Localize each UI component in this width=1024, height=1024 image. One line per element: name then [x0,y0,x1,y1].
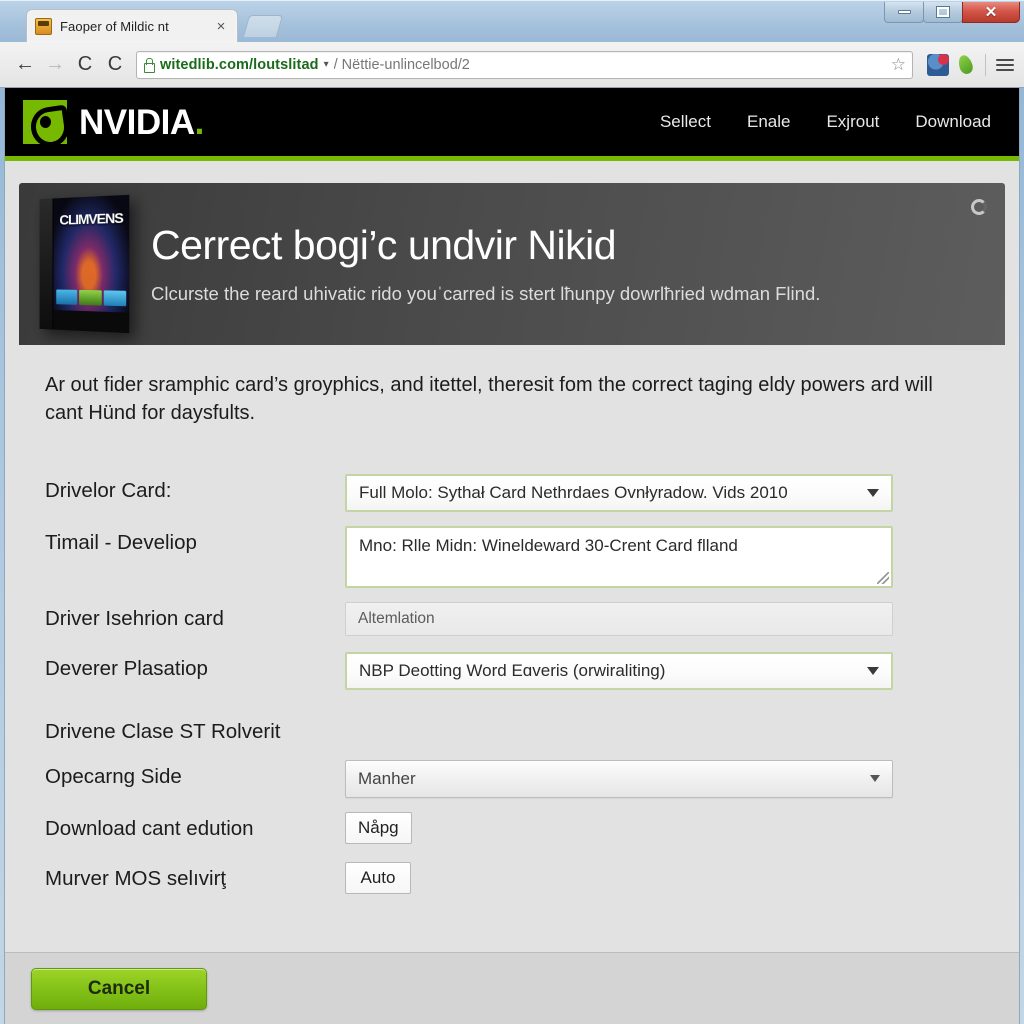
driver-isehrion-readonly-field: Altemlation [345,602,893,636]
new-tab-button[interactable] [243,15,283,37]
murver-mos-auto-button[interactable]: Auto [345,862,411,894]
form-row-deverer-plasatiop: Deverer Plasatiop NBP Deotting Word Eɑve… [45,652,925,690]
drivelor-card-select[interactable]: Full Molo: Sythał Card Nethrdaes Ovnłyra… [345,474,893,512]
screen-root: Faoper of Mildic nt × ✕ ← → C C witedlib… [0,0,1024,1024]
nav-link-exjrout[interactable]: Exjrout [826,112,879,132]
label-download-cant-edution: Download cant edution [45,812,345,841]
tab-close-icon[interactable]: × [213,19,229,35]
window-controls: ✕ [885,2,1020,24]
hero-subtitle: Clcurste the reard uhivatic rido youˈcar… [151,283,979,305]
deverer-plasatiop-value: NBP Deotting Word Eɑveris (orwiraliting) [359,661,665,681]
label-drivelor-card: Drivelor Card: [45,474,345,503]
nvidia-logo[interactable]: NVIDIA. [23,100,204,144]
extension-a-icon[interactable] [927,54,949,76]
close-window-button[interactable]: ✕ [962,2,1020,23]
site-header: NVIDIA. Sellect Enale Exjrout Download [5,88,1019,156]
reload-alt-icon[interactable]: C [100,50,130,80]
driver-isehrion-value: Altemlation [358,610,435,628]
label-opecarng-side: Opecarng Side [45,760,345,789]
nav-link-download[interactable]: Download [915,112,991,132]
address-bar[interactable]: witedlib.com/loutslitad ▾ / Nëttie-unlin… [136,51,913,79]
page-body: CLIMVENS Cerrect bogi’c undvir Nikid Clc… [5,161,1019,1024]
chevron-down-icon [867,667,879,675]
resize-grip-icon[interactable] [877,572,889,584]
download-cant-edution-button[interactable]: Nåpg [345,812,412,844]
boxart-title: CLIMVENS [57,209,125,227]
form-row-murver-mos: Murver MOS selıvirţ Auto [45,862,925,898]
forward-icon[interactable]: → [40,50,70,80]
product-boxart-image: CLIMVENS [40,195,130,333]
close-icon: ✕ [985,5,998,20]
browser-titlebar: Faoper of Mildic nt × ✕ [0,0,1024,42]
loading-spinner-icon [971,199,987,215]
site-favicon-icon [35,18,52,35]
browser-window: Faoper of Mildic nt × ✕ ← → C C witedlib… [0,0,1024,1024]
form-row-download-cant-edution: Download cant edution Nåpg [45,812,925,848]
tab-title: Faoper of Mildic nt [60,19,213,34]
chevron-down-icon [867,489,879,497]
bookmark-star-icon[interactable]: ☆ [883,55,906,75]
browser-toolbar: ← → C C witedlib.com/loutslitad ▾ / Nëtt… [0,42,1024,88]
chevron-down-icon [870,775,880,782]
toolbar-divider [985,54,986,76]
hero-text: Cerrect bogi’c undvir Nikid Clcurste the… [151,223,979,304]
form-row-opecarng-side: Opecarng Side Manher [45,760,925,798]
form-row-driver-isehrion: Driver Isehrion card Altemlation [45,602,925,638]
brand-wordmark: NVIDIA. [79,105,204,140]
label-driver-isehrion-card: Driver Isehrion card [45,602,345,631]
chevron-down-icon[interactable]: ▾ [324,59,329,70]
minimize-button[interactable] [884,2,924,23]
nvidia-eye-logo-icon [23,100,67,144]
main-content: Ar out fider sramphic card’s groyphics, … [19,345,1005,905]
nav-link-enale[interactable]: Enale [747,112,790,132]
label-murver-mos-selivirt: Murver MOS selıvirţ [45,862,345,891]
hero-banner: CLIMVENS Cerrect bogi’c undvir Nikid Clc… [19,183,1005,345]
lock-icon [143,58,154,71]
opecarng-side-select[interactable]: Manher [345,760,893,798]
drivelor-card-value: Full Molo: Sythał Card Nethrdaes Ovnłyra… [359,483,788,503]
label-deverer-plasatiop: Deverer Plasatiop [45,652,345,681]
extension-b-icon[interactable] [955,54,977,76]
minimize-icon [898,10,911,14]
browser-tab[interactable]: Faoper of Mildic nt × [26,9,238,43]
page-viewport: NVIDIA. Sellect Enale Exjrout Download C… [4,88,1020,1024]
reload-icon[interactable]: C [70,50,100,80]
driver-form: Drivelor Card: Full Molo: Sythał Card Ne… [45,474,925,898]
site-nav: Sellect Enale Exjrout Download [660,112,997,132]
nav-link-sellect[interactable]: Sellect [660,112,711,132]
url-host: witedlib.com/loutslitad [160,57,319,73]
form-row-drivelor-card: Drivelor Card: Full Molo: Sythał Card Ne… [45,474,925,512]
maximize-icon [937,7,949,17]
section-heading-drivene-clase: Drivene Clase ST Rolverit [45,720,925,744]
timail-develiop-value: Mno: Rlle Midn: Wineldeward 30-Crent Car… [359,536,738,555]
url-path: / Nëttie-unlincelbod/2 [334,57,470,73]
label-timail-develiop: Timail - Develiop [45,526,345,555]
page-footer: Cancel [5,952,1019,1024]
browser-menu-icon[interactable] [996,59,1014,71]
back-icon[interactable]: ← [10,50,40,80]
opecarng-side-value: Manher [358,769,416,789]
cancel-button[interactable]: Cancel [31,968,207,1010]
deverer-plasatiop-select[interactable]: NBP Deotting Word Eɑveris (orwiraliting) [345,652,893,690]
maximize-button[interactable] [923,2,963,23]
hero-title: Cerrect bogi’c undvir Nikid [151,223,979,268]
form-row-timail-develiop: Timail - Develiop Mno: Rlle Midn: Wineld… [45,526,925,588]
intro-paragraph: Ar out fider sramphic card’s groyphics, … [45,371,975,428]
timail-develiop-textarea[interactable]: Mno: Rlle Midn: Wineldeward 30-Crent Car… [345,526,893,588]
